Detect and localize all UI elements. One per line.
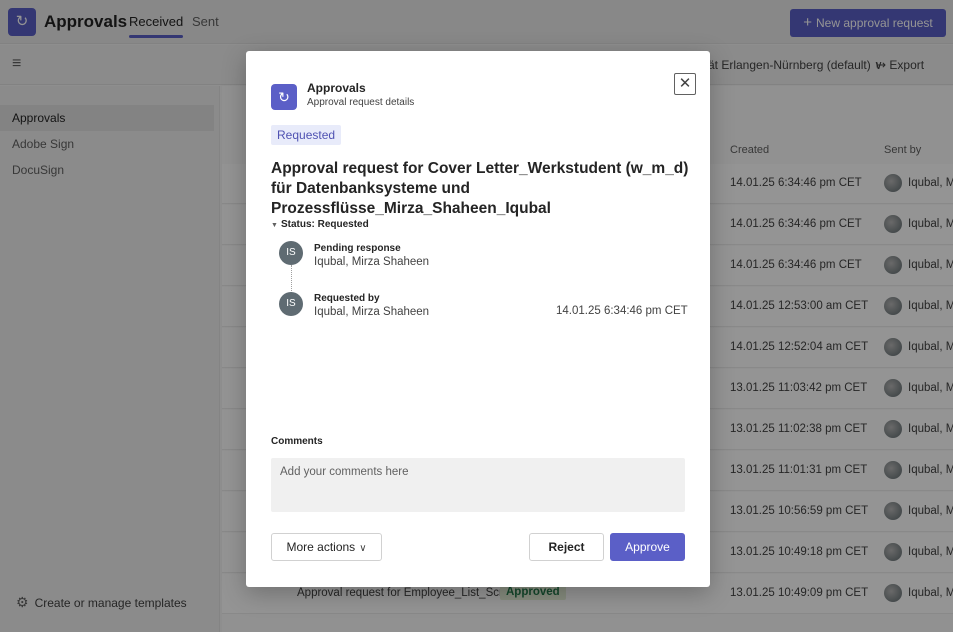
close-icon: ✕ [678, 75, 692, 92]
approval-details-dialog: ↻ Approvals Approval request details ✕ R… [246, 51, 710, 587]
step-name: Iqubal, Mirza Shaheen [314, 306, 430, 318]
status-badge: Requested [271, 125, 342, 145]
step-label: Pending response [314, 243, 401, 254]
comments-label: Comments [271, 436, 323, 447]
chevron-down-icon: ∨ [359, 543, 367, 554]
timeline-connector [291, 265, 292, 293]
more-actions-button[interactable]: More actions ∨ [271, 533, 382, 561]
comments-input[interactable] [271, 458, 685, 512]
close-button[interactable]: ✕ [674, 73, 696, 95]
step-label: Requested by [314, 293, 380, 304]
request-title: Approval request for Cover Letter_Werkst… [271, 160, 689, 217]
status-toggle[interactable]: ▼ Status: Requested [271, 219, 369, 230]
approve-button[interactable]: Approve [610, 533, 685, 561]
avatar: IS [279, 292, 303, 316]
more-actions-label: More actions [286, 540, 356, 554]
approvals-icon: ↻ [271, 84, 297, 110]
dialog-app-name: Approvals [307, 81, 366, 95]
step-name: Iqubal, Mirza Shaheen [314, 256, 430, 268]
reject-button[interactable]: Reject [529, 533, 604, 561]
dialog-subtitle: Approval request details [307, 97, 415, 108]
avatar: IS [279, 241, 303, 265]
step-timestamp: 14.01.25 6:34:46 pm CET [556, 305, 688, 317]
caret-down-icon: ▼ [271, 222, 278, 229]
status-toggle-label: Status: Requested [280, 219, 369, 230]
